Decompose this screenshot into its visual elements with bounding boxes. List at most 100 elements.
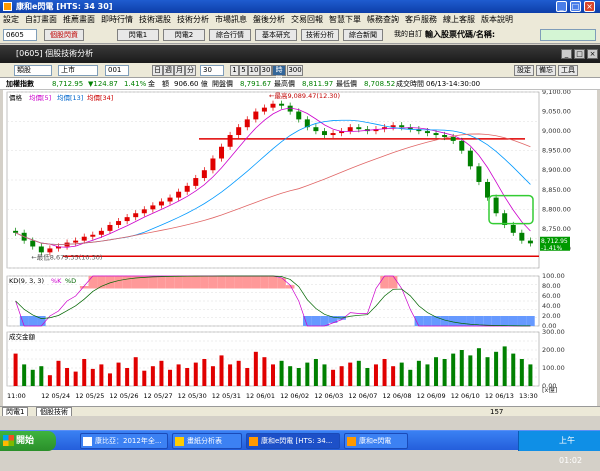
interval-30-button[interactable]: 30 [260, 65, 272, 76]
count-button[interactable]: 300 [287, 65, 303, 76]
memo-button[interactable]: 備忘 [536, 65, 556, 76]
time-label: 成交時間 [396, 80, 424, 88]
index-price: 8,712.95 [52, 80, 84, 88]
kd-oversold-fill [311, 316, 321, 326]
amount-value: 906.60 億 [174, 80, 208, 88]
sub-maximize-button[interactable]: □ [574, 49, 585, 59]
menu-item-recommended[interactable]: 推薦畫面 [60, 13, 98, 26]
minimize-button[interactable]: _ [556, 1, 567, 12]
menu-item-tech-select[interactable]: 技術選股 [136, 13, 174, 26]
interval-10-button[interactable]: 10 [248, 65, 260, 76]
volume-bar [459, 350, 464, 386]
market-select[interactable]: 上市 [58, 65, 98, 76]
kd-overbought-fill [208, 276, 218, 289]
volume-bar [150, 366, 155, 386]
period-week-button[interactable]: 週 [163, 65, 174, 76]
taskbar-item[interactable]: 康比亞：2012年全... [80, 433, 168, 449]
kd-oversold-fill [526, 316, 535, 326]
low-value: 8,708.52 [364, 80, 396, 88]
maximize-button[interactable]: □ [570, 1, 581, 12]
volume-bar [142, 370, 147, 386]
flash1-button[interactable]: 閃電1 [117, 29, 159, 41]
kd-axis-tick: 60.00 [542, 292, 561, 300]
flash2-button[interactable]: 閃電2 [163, 29, 205, 41]
tech-analysis-button[interactable]: 技術分析 [301, 29, 339, 41]
menu-item-version[interactable]: 版本說明 [478, 13, 516, 26]
kd-overbought-fill [200, 276, 209, 289]
period-minute-button[interactable]: 分 [185, 65, 196, 76]
candle-body [116, 221, 122, 225]
volume-bar [176, 364, 181, 386]
candle-body [124, 217, 130, 222]
menu-item-realtime[interactable]: 即時行情 [98, 13, 136, 26]
kd-oversold-fill [28, 316, 38, 326]
candle-body [201, 170, 207, 179]
volume-bar [296, 368, 301, 386]
stock-search-input[interactable] [540, 29, 596, 41]
current-price-label: 8,712.95 [541, 238, 568, 245]
kd-overbought-fill [242, 276, 252, 289]
volume-bar [425, 364, 430, 386]
close-button[interactable]: × [584, 1, 595, 12]
period-day-button[interactable]: 日 [152, 65, 163, 76]
interval-time-button[interactable]: 時間 [272, 65, 286, 83]
start-button[interactable]: 開始 [0, 431, 56, 451]
kd-overbought-fill [157, 276, 166, 289]
volume-bar [22, 364, 27, 386]
minute-select[interactable]: 30 [200, 65, 224, 76]
menu-item-after-hours[interactable]: 盤後分析 [250, 13, 288, 26]
menu-item-account[interactable]: 帳務查詢 [364, 13, 402, 26]
kd-overbought-fill [268, 276, 278, 289]
code-select[interactable]: 001 [105, 65, 129, 76]
sub-minimize-button[interactable]: _ [561, 49, 572, 59]
windows-logo-icon [3, 435, 14, 446]
sub-close-button[interactable]: × [587, 49, 598, 59]
chart-svg: 9,100.00 9,050.00 9,000.00 8,950.00 8,900.00… [6, 88, 571, 400]
volume-bar [185, 368, 190, 386]
news-button[interactable]: 綜合新聞 [343, 29, 383, 41]
price-axis-tick: 9,000.00 [542, 127, 571, 135]
category-select[interactable]: 類股 [14, 65, 52, 76]
x-axis-tick: 12 06/01 [246, 392, 275, 400]
volume-bar [356, 360, 361, 386]
menu-item-online-support[interactable]: 線上客服 [440, 13, 478, 26]
volume-bar [391, 366, 396, 386]
ma34-legend: 均價[34] [87, 93, 113, 102]
chart-area[interactable]: 9,100.00 9,050.00 9,000.00 8,950.00 8,900.00… [3, 88, 597, 406]
interval-5-button[interactable]: 5 [239, 65, 248, 76]
app-icon [3, 2, 12, 11]
quote-info-bar: 加權指數 8,712.95 ▼124.87 1.41% 金 額 906.60 億… [0, 78, 600, 90]
menu-item-market-news[interactable]: 市場訊息 [212, 13, 250, 26]
candle-body [38, 246, 44, 253]
interval-1-button[interactable]: 1 [230, 65, 239, 76]
x-axis-tick: 12 05/30 [178, 392, 207, 400]
kd-oversold-fill [423, 316, 432, 326]
candle-body [90, 234, 96, 237]
subwindow-title: [0605] 個股技術分析 [16, 49, 94, 58]
fundamental-button[interactable]: 基本研究 [255, 29, 297, 41]
candle-body [150, 205, 156, 210]
volume-bar [210, 366, 215, 386]
menu-item-smart-order[interactable]: 智慧下單 [326, 13, 364, 26]
period-month-button[interactable]: 月 [174, 65, 185, 76]
volume-bar [331, 369, 336, 386]
volume-bar [47, 375, 52, 386]
kd-overbought-fill [234, 276, 243, 289]
menu-item-custom-screen[interactable]: 自訂畫面 [22, 13, 60, 26]
taskbar-item-active[interactable]: 康和e閃電 [HTS: 34... [246, 433, 340, 449]
volume-bar [476, 348, 481, 386]
settings-button[interactable]: 設定 [514, 65, 534, 76]
stock-flash-button[interactable]: 個股閃資 [44, 29, 84, 41]
tools-button[interactable]: 工具 [558, 65, 578, 76]
taskbar-item[interactable]: 康和e閃電 [344, 433, 408, 449]
menu-item-service[interactable]: 客戶服務 [402, 13, 440, 26]
stock-code-combo[interactable]: 0605 [3, 29, 37, 41]
menu-item-tech-analysis[interactable]: 技術分析 [174, 13, 212, 26]
price-axis-tick: 8,850.00 [542, 186, 571, 194]
kd-overbought-fill [148, 276, 158, 289]
menu-item-settings[interactable]: 設定 [0, 13, 22, 26]
taskbar-item[interactable]: 畫紙分析表 [172, 433, 242, 449]
market-overview-button[interactable]: 綜合行情 [209, 29, 251, 41]
my-custom-button[interactable]: 我的自訂 [387, 29, 429, 41]
menu-item-trade-report[interactable]: 交易回報 [288, 13, 326, 26]
